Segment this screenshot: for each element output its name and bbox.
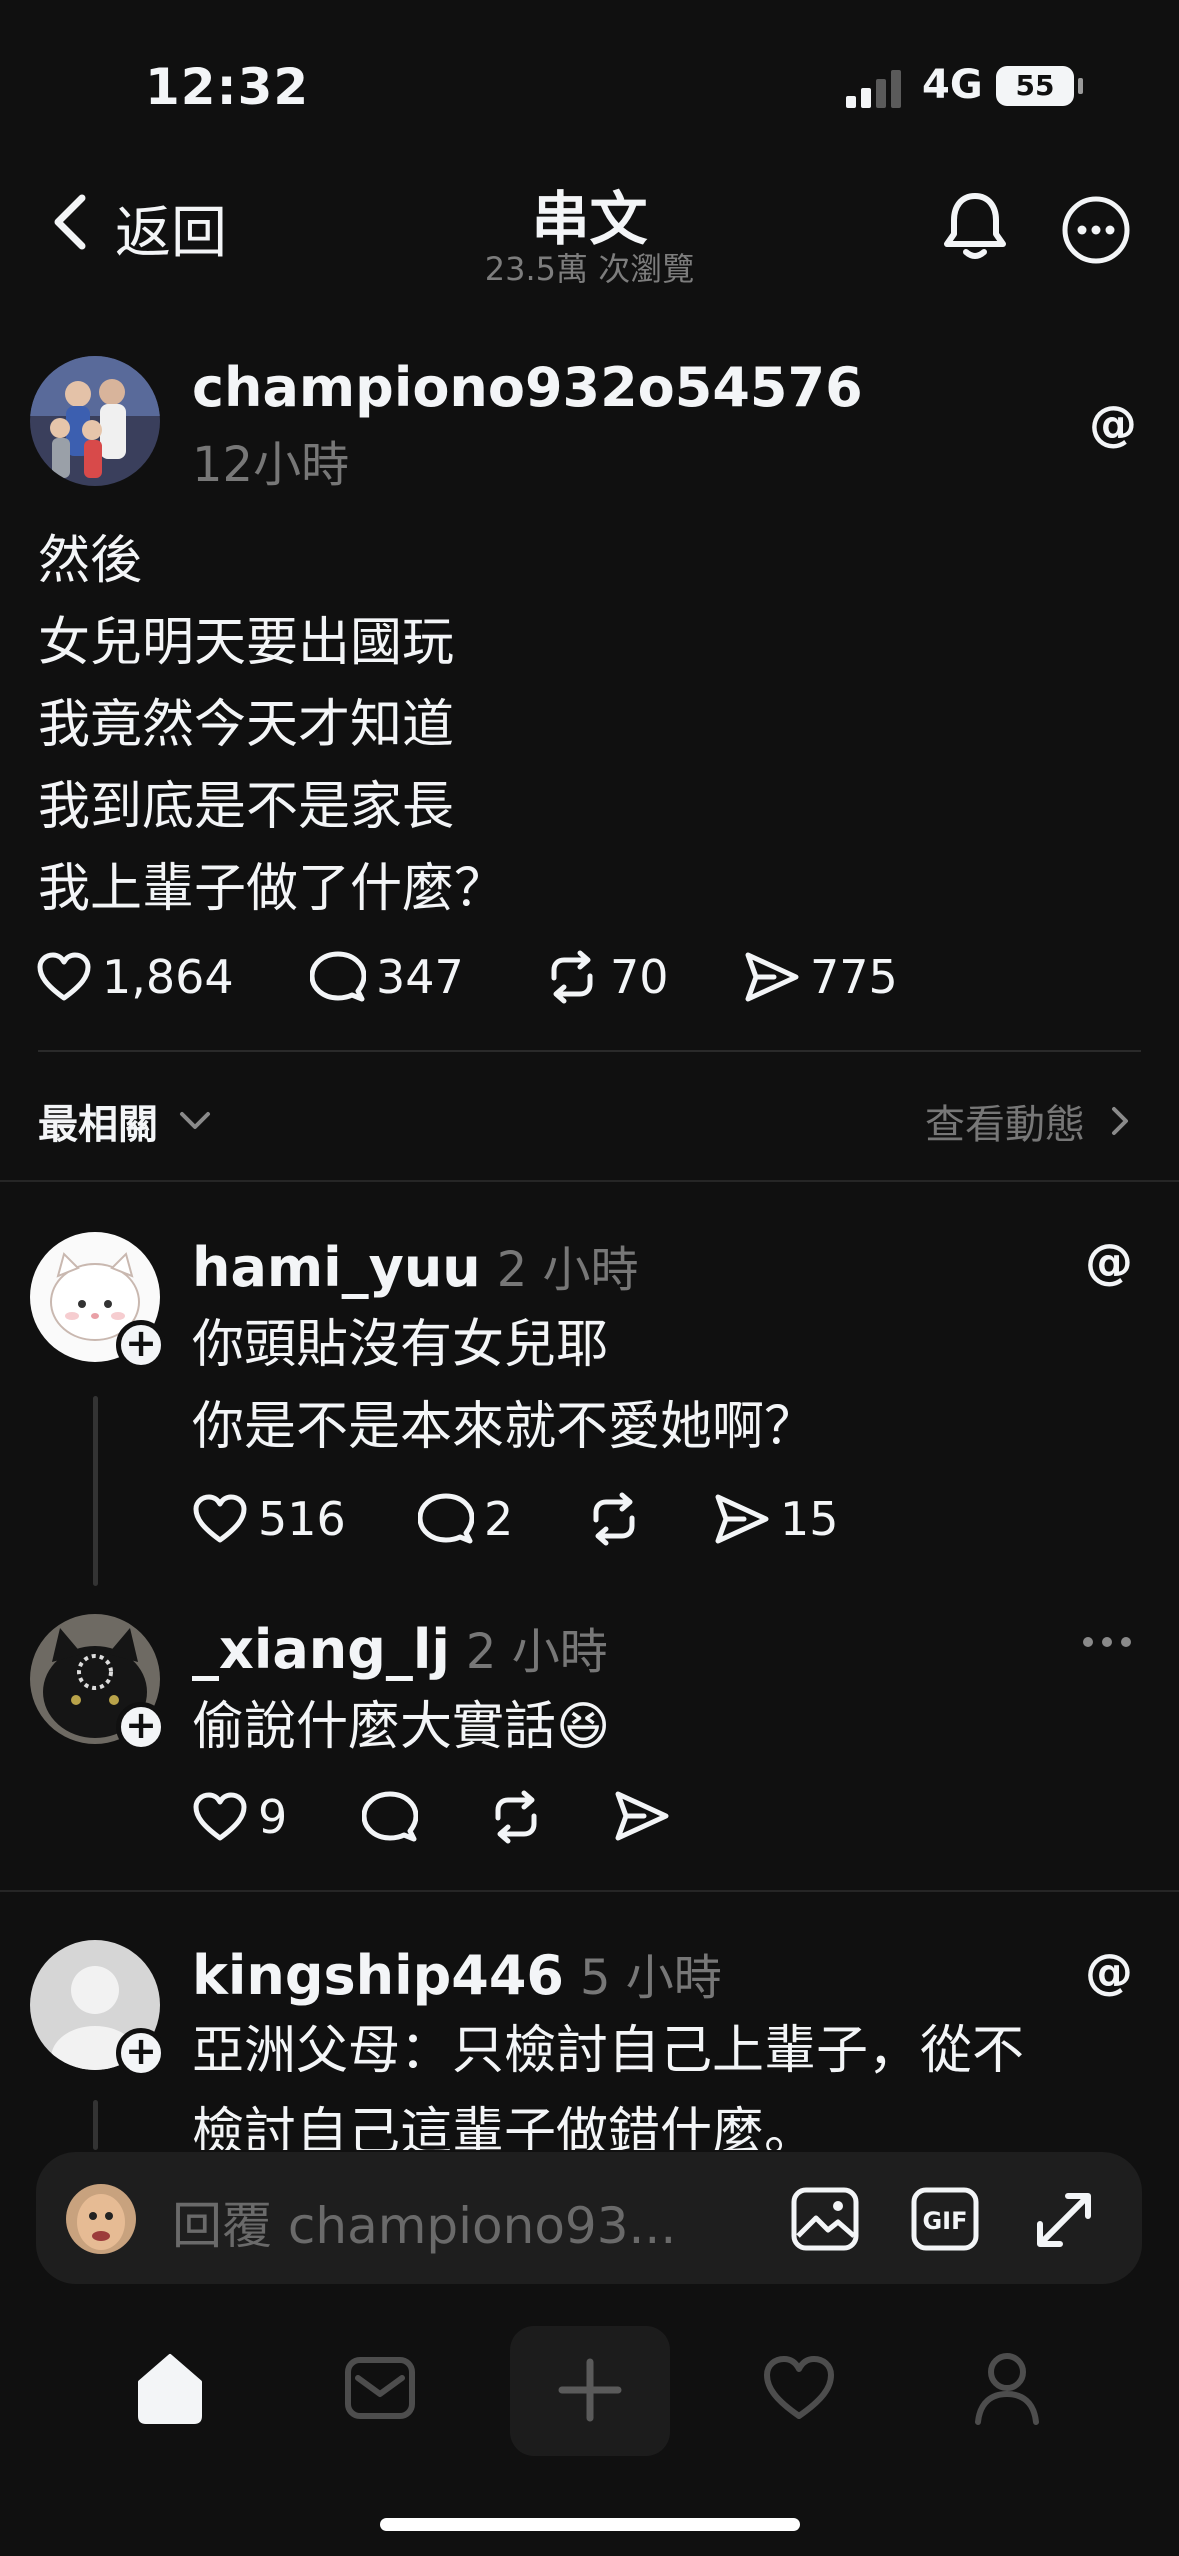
battery-indicator: 55 bbox=[996, 66, 1074, 106]
post-author-username[interactable]: championo932o54576 bbox=[192, 356, 863, 419]
comment-icon bbox=[310, 951, 366, 1002]
reply-body: 你頭貼沒有女兒耶 你是不是本來就不愛她啊？ bbox=[192, 1304, 816, 1468]
divider bbox=[38, 1050, 1141, 1052]
share-button[interactable] bbox=[614, 1790, 670, 1842]
like-count: 9 bbox=[258, 1790, 288, 1844]
post-line: 我到底是不是家長 bbox=[38, 777, 455, 837]
follow-plus-button[interactable]: + bbox=[116, 1320, 166, 1370]
inbox-tab-icon[interactable] bbox=[344, 2356, 416, 2420]
divider bbox=[0, 1180, 1179, 1182]
post-line: 我上輩子做了什麼？ bbox=[38, 859, 507, 919]
like-button[interactable]: 516 bbox=[192, 1492, 346, 1546]
plus-icon bbox=[556, 2356, 624, 2424]
thread-line bbox=[93, 2100, 98, 2150]
post-line: 女兒明天要出國玩 bbox=[38, 613, 455, 673]
reply-line: 你頭貼沒有女兒耶 bbox=[192, 1315, 609, 1375]
comment-icon bbox=[362, 1791, 418, 1842]
share-button[interactable]: 15 bbox=[714, 1492, 839, 1546]
repost-icon bbox=[551, 950, 593, 1004]
reply-username[interactable]: hami_yuu bbox=[192, 1236, 481, 1299]
sort-label: 最相關 bbox=[38, 1102, 158, 1148]
share-count: 775 bbox=[810, 950, 898, 1004]
comment-button[interactable]: 2 bbox=[418, 1492, 513, 1546]
chevron-right-icon bbox=[1112, 1107, 1128, 1135]
threads-logo-icon: @ bbox=[1082, 1944, 1136, 1998]
svg-text:@: @ bbox=[1085, 1944, 1133, 1998]
repost-count: 70 bbox=[610, 950, 669, 1004]
more-options-icon[interactable] bbox=[1082, 1636, 1132, 1648]
reply-line: 你是不是本來就不愛她啊？ bbox=[192, 1397, 817, 1457]
battery-tip bbox=[1078, 78, 1083, 94]
profile-tab-icon[interactable] bbox=[972, 2350, 1042, 2426]
comment-count: 2 bbox=[484, 1492, 514, 1546]
send-icon bbox=[715, 1494, 769, 1544]
send-icon bbox=[615, 1791, 669, 1841]
post-timestamp: 12小時 bbox=[192, 437, 350, 493]
reply-line: 檢討自己這輩子做錯什麼。 bbox=[192, 2103, 817, 2150]
comment-button[interactable] bbox=[362, 1790, 418, 1844]
share-count: 15 bbox=[780, 1492, 839, 1546]
activity-tab-heart-icon[interactable] bbox=[762, 2354, 836, 2422]
repost-icon bbox=[495, 1790, 537, 1844]
share-button[interactable]: 775 bbox=[744, 950, 898, 1004]
repost-button[interactable] bbox=[586, 1492, 642, 1546]
like-count: 516 bbox=[258, 1492, 346, 1546]
repost-icon bbox=[593, 1492, 635, 1546]
reply-body: 偷說什麼大實話😆 bbox=[192, 1686, 610, 1768]
svg-text:@: @ bbox=[1089, 396, 1137, 450]
comment-count: 347 bbox=[376, 950, 464, 1004]
post-line: 然後 bbox=[38, 531, 143, 591]
comment-button[interactable]: 347 bbox=[310, 950, 464, 1004]
post-body: 然後 女兒明天要出國玩 我竟然今天才知道 我到底是不是家長 我上輩子做了什麼？ bbox=[38, 520, 506, 930]
send-icon bbox=[745, 952, 799, 1002]
repost-button[interactable]: 70 bbox=[544, 950, 669, 1004]
follow-plus-button[interactable]: + bbox=[116, 2028, 166, 2078]
like-button[interactable]: 9 bbox=[192, 1790, 287, 1844]
home-indicator bbox=[380, 2518, 800, 2531]
heart-icon bbox=[193, 1792, 247, 1841]
reply-timestamp: 5 小時 bbox=[580, 1950, 722, 2006]
reply-header: _xiang_lj 2 小時 bbox=[192, 1612, 608, 1682]
more-options-icon[interactable] bbox=[1060, 194, 1132, 266]
threads-logo-icon: @ bbox=[1082, 1234, 1136, 1288]
heart-icon bbox=[193, 1494, 247, 1543]
post-author-avatar[interactable] bbox=[30, 356, 160, 486]
reply-username[interactable]: _xiang_lj bbox=[192, 1618, 450, 1681]
reply-timestamp: 2 小時 bbox=[465, 1624, 608, 1680]
network-type: 4G bbox=[922, 62, 983, 108]
like-count: 1,864 bbox=[102, 950, 234, 1004]
image-attach-icon[interactable] bbox=[790, 2186, 860, 2252]
reply-timestamp: 2 小時 bbox=[496, 1242, 639, 1298]
view-activity-link[interactable]: 查看動態 bbox=[925, 1092, 1129, 1150]
threads-logo-icon: @ bbox=[1086, 396, 1140, 450]
reply-input[interactable]: 回覆 championo93... bbox=[172, 2186, 676, 2258]
post-line: 我竟然今天才知道 bbox=[38, 695, 455, 755]
thread-line bbox=[93, 1396, 98, 1586]
comment-icon bbox=[418, 1493, 474, 1544]
home-tab-icon[interactable] bbox=[134, 2350, 206, 2426]
reply-username[interactable]: kingship446 bbox=[192, 1944, 564, 2007]
divider bbox=[0, 1890, 1179, 1892]
sort-dropdown[interactable]: 最相關 bbox=[38, 1092, 212, 1150]
svg-text:@: @ bbox=[1085, 1234, 1133, 1288]
reply-line: 偷說什麼大實話😆 bbox=[192, 1697, 611, 1757]
like-button[interactable]: 1,864 bbox=[36, 950, 234, 1004]
current-user-avatar bbox=[66, 2184, 136, 2254]
reply-body: 亞洲父母：只檢討自己上輩子，從不 檢討自己這輩子做錯什麼。 bbox=[192, 2010, 1024, 2150]
expand-icon[interactable] bbox=[1030, 2186, 1098, 2254]
chevron-down-icon bbox=[180, 1112, 210, 1129]
heart-icon bbox=[37, 952, 91, 1001]
bell-icon[interactable] bbox=[940, 190, 1010, 262]
reply-header: hami_yuu 2 小時 bbox=[192, 1230, 639, 1300]
gif-icon[interactable]: GIF bbox=[910, 2186, 980, 2252]
reply-line: 亞洲父母：只檢討自己上輩子，從不 bbox=[192, 2021, 1025, 2081]
reply-header: kingship446 5 小時 bbox=[192, 1938, 722, 2008]
activity-label: 查看動態 bbox=[925, 1102, 1085, 1148]
status-time: 12:32 bbox=[145, 58, 310, 116]
cellular-signal-icon bbox=[846, 70, 906, 108]
repost-button[interactable] bbox=[488, 1790, 544, 1844]
follow-plus-button[interactable]: + bbox=[116, 1702, 166, 1752]
svg-text:GIF: GIF bbox=[922, 2207, 967, 2235]
